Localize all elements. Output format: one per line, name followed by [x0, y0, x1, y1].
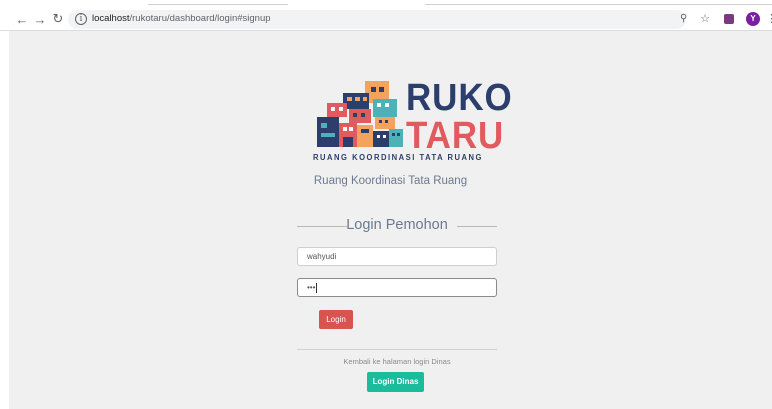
star-icon[interactable]: ☆	[698, 12, 712, 26]
key-icon[interactable]: ⚲	[680, 13, 687, 24]
forward-arrow-icon[interactable]: →	[32, 11, 48, 27]
text-caret	[316, 282, 318, 293]
divider	[297, 349, 497, 350]
login-button[interactable]: Login	[319, 310, 353, 329]
tab-edge	[148, 4, 288, 5]
tab-strip	[0, 0, 772, 9]
address-bar[interactable]: i localhost/rukotaru/dashboard/login#sig…	[68, 10, 687, 29]
password-value: •••	[307, 283, 316, 292]
city-buildings-icon	[317, 81, 403, 147]
tab-edge	[425, 4, 772, 5]
info-icon[interactable]: i	[75, 13, 87, 25]
login-dinas-button[interactable]: Login Dinas	[367, 372, 424, 392]
rukotaru-logo: RUKO TARU RUANG KOORDINASI TATA RUANG	[313, 79, 512, 165]
title-rule-right	[457, 226, 497, 227]
page-subtitle: Ruang Koordinasi Tata Ruang	[313, 175, 468, 187]
extension-icon[interactable]	[724, 14, 734, 24]
password-input[interactable]: •••	[297, 278, 497, 297]
profile-avatar[interactable]: Y	[746, 12, 760, 26]
logo-word-taru: TARU	[406, 115, 505, 157]
username-value: wahyudi	[307, 252, 337, 261]
back-arrow-icon[interactable]: ←	[14, 11, 30, 27]
section-title-text: Login Pemohon	[346, 217, 448, 233]
logo-word-ruko: RUKO	[406, 77, 513, 119]
url-text[interactable]: localhost/rukotaru/dashboard/login#signu…	[92, 13, 271, 24]
reload-icon[interactable]: ↻	[50, 11, 66, 27]
username-input[interactable]: wahyudi	[297, 247, 497, 266]
back-to-dinas-text: Kembali ke halaman login Dinas	[343, 357, 451, 366]
logo-tagline: RUANG KOORDINASI TATA RUANG	[313, 153, 483, 162]
page-content: RUKO TARU RUANG KOORDINASI TATA RUANG Ru…	[9, 31, 772, 409]
login-section-title: Login Pemohon	[297, 217, 497, 235]
menu-dots-icon[interactable]: ⋮	[766, 12, 772, 26]
browser-toolbar: ← → ↻ i localhost/rukotaru/dashboard/log…	[0, 9, 772, 31]
